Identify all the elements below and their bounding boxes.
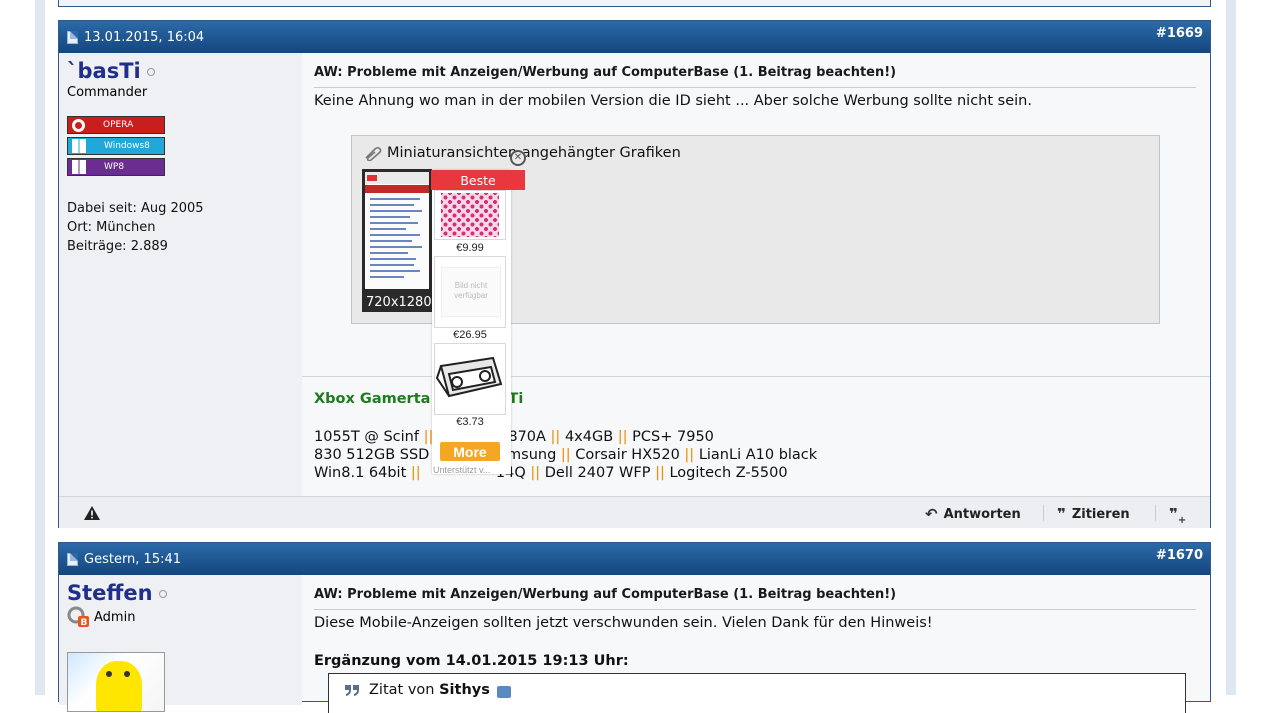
thumbnail-screen <box>365 172 429 289</box>
report-button[interactable] <box>83 505 101 521</box>
paperclip-icon <box>365 147 382 161</box>
reply-icon: ↶ <box>925 505 938 523</box>
ad-header[interactable]: Beste <box>431 170 525 190</box>
user-panel: `basTi Commander OPERA Windows8 WP8 Dabe… <box>59 53 302 496</box>
signature-line: 830 512GB SSD || Samsung || Corsair HX52… <box>314 447 818 463</box>
signature-line: Win8.1 64bit || 14Q || Dell 2407 WFP || … <box>314 465 788 481</box>
ad-product[interactable] <box>434 343 506 415</box>
post-header: 13.01.2015, 16:04 #1669 <box>59 21 1210 53</box>
footer-separator <box>1043 505 1044 521</box>
post: Gestern, 15:41 #1670 Steffen B Admin AW:… <box>58 542 1211 713</box>
no-image-text: Bild nicht verfügbar <box>454 281 488 300</box>
post-title: AW: Probleme mit Anzeigen/Werbung auf Co… <box>314 587 1196 610</box>
ad-product[interactable]: Bild nicht verfügbar <box>434 256 506 328</box>
printer-ribbon-image <box>435 356 503 398</box>
post-count: Beiträge: 2.889 <box>67 239 168 254</box>
quote-title: Zitat von Sithys <box>369 682 490 698</box>
avatar <box>67 652 165 712</box>
username[interactable]: `basTi <box>67 59 155 83</box>
username[interactable]: Steffen <box>67 581 167 605</box>
ad-product[interactable] <box>434 190 506 240</box>
quote-box: Zitat von Sithys <box>328 673 1186 713</box>
post-number-link[interactable]: #1670 <box>1156 548 1203 563</box>
quote-link-icon[interactable] <box>497 686 511 698</box>
ad-more-button[interactable]: More <box>440 442 500 461</box>
signature-line: 1055T @ Scinf || Gigabyte 870A || 4x4GB … <box>314 429 714 445</box>
post-text: Diese Mobile-Anzeigen sollten jetzt vers… <box>314 615 933 631</box>
os-badge: Windows8 <box>67 137 165 155</box>
ad-price: €26.95 <box>453 329 487 341</box>
attachments-title: Miniaturansichten angehängter Grafiken <box>387 145 681 161</box>
thumbnail-resolution: 720x1280 <box>366 295 432 310</box>
supplement-heading: Ergänzung vom 14.01.2015 19:13 Uhr: <box>314 653 629 669</box>
ad-price: €3.73 <box>456 416 484 428</box>
windows-icon <box>72 139 86 153</box>
post-number-link[interactable]: #1669 <box>1156 26 1203 41</box>
post-date: Gestern, 15:41 <box>84 551 182 567</box>
post-date: 13.01.2015, 16:04 <box>84 29 205 45</box>
offline-status-icon <box>146 68 155 76</box>
ad-product-image <box>441 193 499 237</box>
multi-quote-icon: ❞+ <box>1169 505 1187 526</box>
post-title: AW: Probleme mit Anzeigen/Werbung auf Co… <box>314 65 1196 88</box>
phone-badge: WP8 <box>67 158 165 176</box>
browser-badge: OPERA <box>67 116 165 134</box>
quote-button[interactable]: ❞ Zitieren <box>1057 505 1130 523</box>
post-header: Gestern, 15:41 #1670 <box>59 543 1210 575</box>
document-icon <box>67 30 78 44</box>
offline-status-icon <box>158 590 167 598</box>
user-info: Dabei seit: Aug 2005 Ort: München Beiträ… <box>67 199 204 256</box>
user-title: B Admin <box>67 606 135 628</box>
user-title: Commander <box>67 85 148 100</box>
opera-icon <box>72 118 85 132</box>
document-icon <box>67 552 78 566</box>
reply-button[interactable]: ↶ Antworten <box>925 505 1021 523</box>
attachment-thumbnail[interactable]: 720x1280 <box>362 169 432 312</box>
user-location: Ort: München <box>67 220 156 235</box>
svg-text:B: B <box>81 618 88 628</box>
post: 13.01.2015, 16:04 #1669 `basTi Commander… <box>58 20 1211 528</box>
user-panel: Steffen B Admin <box>59 575 302 712</box>
post-body: AW: Probleme mit Anzeigen/Werbung auf Co… <box>302 575 1210 713</box>
footer-separator <box>1155 505 1156 521</box>
joined-date: Dabei seit: Aug 2005 <box>67 201 204 216</box>
windows-phone-icon <box>72 160 86 174</box>
previous-post-footer <box>58 0 1211 7</box>
cb-admin-icon: B <box>67 606 89 628</box>
ad-price: €9.99 <box>456 242 484 254</box>
multi-quote-button[interactable]: ❞+ <box>1169 505 1192 526</box>
ad-attribution: Unterstützt v... <box>433 465 491 475</box>
ad-close-icon[interactable]: ✕ <box>510 150 526 166</box>
quote-bubble-icon: ❞ <box>1057 505 1066 523</box>
post-text: Keine Ahnung wo man in der mobilen Versi… <box>314 93 1032 109</box>
post-footer: ↶ Antworten ❞ Zitieren ❞+ <box>59 496 1210 528</box>
warning-icon <box>84 506 100 520</box>
